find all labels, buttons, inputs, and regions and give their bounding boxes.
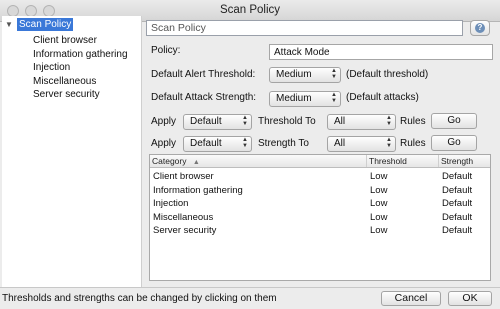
category-cell: Injection <box>153 198 189 209</box>
tree-item-client-browser[interactable]: Client browser <box>33 34 128 48</box>
apply-strength-target-select[interactable]: All ▲ ▼ <box>327 136 396 152</box>
help-button[interactable]: ? <box>470 20 490 36</box>
strength-cell[interactable]: Default <box>439 170 472 183</box>
tree-item-information-gathering[interactable]: Information gathering <box>33 48 128 62</box>
select-arrows-icon: ▲ ▼ <box>386 115 392 127</box>
apply-strength-value-select[interactable]: Default ▲ ▼ <box>183 136 252 152</box>
table-row[interactable]: Server security Low Default <box>150 224 490 238</box>
select-arrows-icon: ▲ ▼ <box>386 137 392 149</box>
category-cell: Client browser <box>153 171 214 182</box>
tree-item-miscellaneous[interactable]: Miscellaneous <box>33 75 128 89</box>
policy-label: Policy: <box>151 45 181 56</box>
ok-button[interactable]: OK <box>448 291 492 306</box>
category-cell: Server security <box>153 225 217 236</box>
strength-to-label: Strength To <box>258 138 309 149</box>
threshold-cell[interactable]: Low <box>367 224 387 237</box>
apply-strength-go-button[interactable]: Go <box>431 135 477 151</box>
column-header-category[interactable]: Category ▲ <box>150 155 367 167</box>
cancel-button[interactable]: Cancel <box>381 291 441 306</box>
sort-ascending-icon: ▲ <box>192 159 200 166</box>
category-cell: Miscellaneous <box>153 211 214 223</box>
strength-cell[interactable]: Default <box>439 184 472 197</box>
attack-strength-label: Default Attack Strength: <box>151 92 257 103</box>
apply-strength-label: Apply <box>151 138 177 149</box>
window-title: Scan Policy <box>219 4 281 16</box>
apply-threshold-target-select[interactable]: All ▲ ▼ <box>327 114 396 130</box>
strength-cell[interactable]: Default <box>439 197 472 210</box>
apply-threshold-go-button[interactable]: Go <box>431 113 477 129</box>
policy-name-input[interactable]: Attack Mode <box>269 44 493 60</box>
policy-tree: ▼ Scan Policy Client browser Information… <box>2 16 142 287</box>
dialog-footer: Thresholds and strengths can be changed … <box>0 287 500 309</box>
panel-header: Scan Policy <box>146 20 463 36</box>
select-arrows-icon: ▲ ▼ <box>242 137 248 149</box>
category-cell: Information gathering <box>153 184 243 196</box>
apply-threshold-value-select[interactable]: Default ▲ ▼ <box>183 114 252 130</box>
category-table: Category ▲ Threshold Strength Client bro… <box>149 154 491 281</box>
threshold-to-label: Threshold To <box>258 116 316 127</box>
select-arrows-icon: ▲ ▼ <box>331 68 337 80</box>
table-row[interactable]: Information gathering Low Default <box>150 184 490 198</box>
threshold-cell[interactable]: Low <box>367 170 387 183</box>
apply-threshold-label: Apply <box>151 116 177 127</box>
scan-policy-panel: Scan Policy ? Policy: Attack Mode Defaul… <box>146 16 494 287</box>
tree-item-server-security[interactable]: Server security <box>33 88 128 102</box>
column-header-threshold[interactable]: Threshold <box>367 155 439 167</box>
tree-expand-icon[interactable]: ▼ <box>5 20 13 29</box>
threshold-cell[interactable]: Low <box>367 211 387 224</box>
table-row[interactable]: Injection Low Default <box>150 197 490 211</box>
alert-threshold-note: (Default threshold) <box>346 69 429 80</box>
strength-rules-label: Rules <box>400 138 426 149</box>
status-message: Thresholds and strengths can be changed … <box>2 293 277 304</box>
attack-strength-note: (Default attacks) <box>346 92 419 103</box>
tree-root-scan-policy[interactable]: Scan Policy <box>17 18 74 31</box>
strength-cell[interactable]: Default <box>439 224 472 237</box>
alert-threshold-select[interactable]: Medium ▲ ▼ <box>269 67 341 83</box>
help-icon: ? <box>475 23 485 33</box>
tree-item-injection[interactable]: Injection <box>33 61 128 75</box>
select-arrows-icon: ▲ ▼ <box>242 115 248 127</box>
strength-cell[interactable]: Default <box>439 211 472 224</box>
threshold-cell[interactable]: Low <box>367 184 387 197</box>
table-row[interactable]: Miscellaneous Low Default <box>150 211 490 225</box>
table-row[interactable]: Client browser Low Default <box>150 170 490 184</box>
attack-strength-select[interactable]: Medium ▲ ▼ <box>269 91 341 107</box>
threshold-cell[interactable]: Low <box>367 197 387 210</box>
threshold-rules-label: Rules <box>400 116 426 127</box>
column-header-strength[interactable]: Strength <box>439 155 490 167</box>
alert-threshold-label: Default Alert Threshold: <box>151 69 256 80</box>
select-arrows-icon: ▲ ▼ <box>331 92 337 104</box>
table-header: Category ▲ Threshold Strength <box>150 155 490 168</box>
